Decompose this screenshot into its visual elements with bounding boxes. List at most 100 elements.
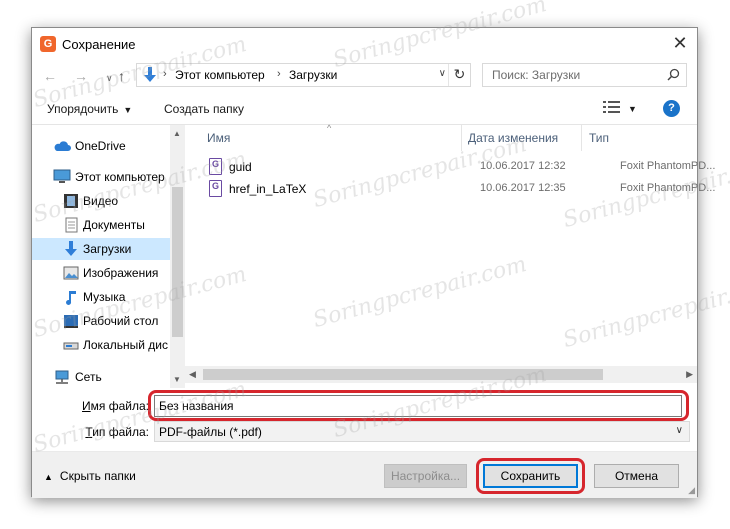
filetype-label-text: ип файла: [92, 425, 149, 439]
sidebar-item-label: Видео [83, 194, 119, 208]
window-title: Сохранение [62, 37, 136, 52]
forward-arrow-icon[interactable]: → [74, 68, 88, 84]
file-name: guid [229, 160, 252, 174]
column-divider[interactable] [581, 125, 582, 151]
file-type: Foxit PhantomPD... [620, 160, 716, 172]
sidebar-item-onedrive[interactable]: OneDrive [32, 135, 170, 157]
sidebar-scrollbar[interactable]: ▲ ▼ [170, 125, 185, 388]
sidebar-item-label: Загрузки [83, 242, 132, 256]
column-header-name[interactable]: Имя [207, 131, 230, 145]
documents-icon [63, 217, 79, 233]
filename-field[interactable]: Без названия [154, 395, 682, 417]
title-bar: G Сохранение ✕ [32, 28, 697, 60]
download-icon [143, 67, 157, 86]
view-dropdown-icon[interactable]: ▼ [628, 104, 637, 114]
hide-folders-toggle[interactable]: ▲ Скрыть папки [44, 469, 136, 483]
view-options-icon[interactable] [603, 100, 621, 117]
table-row[interactable]: guid 10.06.2017 12:32 Foxit PhantomPD... [205, 156, 715, 178]
breadcrumb-downloads[interactable]: Загрузки [289, 68, 337, 82]
sidebar-item-label: OneDrive [75, 139, 126, 153]
command-toolbar: Упорядочить ▼ Создать папку ▼ ? [32, 96, 697, 122]
sidebar-item-label: Документы [83, 218, 145, 232]
chevron-down-icon: ∨ [675, 425, 683, 436]
music-icon [63, 289, 79, 305]
navigation-bar: ← → ∨ ↑ › Этот компьютер › Загрузки ∨ ↻ … [32, 60, 697, 94]
settings-button[interactable]: Настройка... [384, 464, 467, 488]
filename-label-text: мя файла: [90, 399, 149, 413]
search-placeholder: Поиск: Загрузки [492, 68, 581, 82]
search-input[interactable]: Поиск: Загрузки [482, 63, 687, 87]
chevron-down-icon: ▼ [123, 105, 133, 115]
back-arrow-icon[interactable]: ← [43, 68, 57, 84]
sidebar-item-this-pc[interactable]: Этот компьютер [32, 166, 170, 188]
file-type: Foxit PhantomPD... [620, 182, 716, 194]
network-icon [53, 369, 69, 385]
scroll-right-icon[interactable]: ▶ [686, 369, 693, 380]
collapse-caret-icon: ▲ [44, 472, 53, 482]
resize-grip-icon[interactable]: ◢ [688, 485, 695, 496]
filename-label: Имя файла: [32, 399, 149, 413]
breadcrumb-this-pc[interactable]: Этот компьютер [175, 68, 265, 82]
address-dropdown-icon[interactable]: ∨ [439, 68, 446, 79]
file-date: 10.06.2017 12:35 [480, 182, 566, 194]
search-icon [667, 68, 680, 84]
pdf-file-icon [209, 158, 222, 175]
scroll-left-icon[interactable]: ◀ [189, 369, 196, 380]
dialog-footer: ▲ Скрыть папки Настройка... Сохранить Отм… [32, 451, 697, 498]
save-button[interactable]: Сохранить [483, 464, 578, 488]
cloud-icon [53, 138, 71, 154]
download-icon [63, 241, 79, 257]
sidebar-scroll-thumb[interactable] [172, 187, 183, 337]
breadcrumb-separator-icon: › [163, 68, 167, 80]
sidebar-item-network[interactable]: Сеть [32, 366, 170, 388]
column-headers: ^ Имя Дата изменения Тип [185, 123, 697, 151]
new-folder-button[interactable]: Создать папку [164, 102, 244, 116]
table-row[interactable]: href_in_LaTeX 10.06.2017 12:35 Foxit Pha… [205, 178, 715, 200]
pictures-icon [63, 265, 79, 281]
filetype-label: Тип файла: [32, 425, 149, 439]
sidebar-item-local-disk[interactable]: Локальный дис [32, 334, 170, 356]
address-bar[interactable]: › Этот компьютер › Загрузки ∨ ↻ [136, 63, 471, 87]
sidebar-item-label: Этот компьютер [75, 170, 165, 184]
column-header-date[interactable]: Дата изменения [468, 131, 558, 145]
filename-label-access-key: И [82, 399, 91, 413]
help-icon[interactable]: ? [663, 100, 680, 117]
file-list: ^ Имя Дата изменения Тип guid 10.06.2017… [185, 123, 715, 388]
sidebar-item-label: Изображения [83, 266, 159, 280]
filetype-select[interactable]: PDF-файлы (*.pdf) ∨ [154, 421, 690, 442]
scroll-down-icon[interactable]: ▼ [173, 375, 181, 384]
file-date: 10.06.2017 12:32 [480, 160, 566, 172]
sidebar-item-music[interactable]: Музыка [32, 286, 170, 308]
sidebar-item-desktop[interactable]: Рабочий стол [32, 310, 170, 332]
sidebar-item-label: Рабочий стол [83, 314, 159, 328]
organize-label: Упорядочить [47, 102, 119, 116]
filetype-value: PDF-файлы (*.pdf) [159, 425, 262, 439]
horizontal-scrollbar[interactable]: ◀ ▶ [185, 366, 697, 383]
sidebar-item-documents[interactable]: Документы [32, 214, 170, 236]
refresh-icon[interactable]: ↻ [448, 64, 470, 86]
scroll-up-icon[interactable]: ▲ [173, 129, 181, 138]
pdf-file-icon [209, 180, 222, 197]
up-arrow-icon[interactable]: ↑ [118, 68, 125, 84]
cancel-button[interactable]: Отмена [594, 464, 679, 488]
sidebar-item-label: Локальный дис [83, 338, 168, 352]
sidebar-item-video[interactable]: Видео [32, 190, 170, 212]
column-divider[interactable] [461, 125, 462, 151]
sidebar-item-label: Музыка [83, 290, 126, 304]
save-form: Имя файла: Без названия Тип файла: PDF-ф… [32, 388, 697, 448]
foxit-app-icon: G [40, 36, 56, 52]
hide-folders-label: Скрыть папки [59, 469, 136, 483]
sort-ascending-icon: ^ [327, 123, 332, 133]
navigation-pane: OneDrive Этот компьютер Видео Документы … [32, 124, 185, 388]
sidebar-item-pictures[interactable]: Изображения [32, 262, 170, 284]
close-button[interactable]: ✕ [663, 28, 697, 58]
breadcrumb-separator-icon: › [277, 68, 281, 80]
drive-icon [63, 337, 79, 353]
desktop-icon [63, 313, 79, 329]
horizontal-scroll-thumb[interactable] [203, 369, 603, 380]
file-name: href_in_LaTeX [229, 182, 307, 196]
organize-menu[interactable]: Упорядочить ▼ [47, 102, 132, 116]
recent-locations-chevron-icon[interactable]: ∨ [106, 73, 113, 84]
column-header-type[interactable]: Тип [589, 131, 609, 145]
sidebar-item-downloads[interactable]: Загрузки [32, 238, 170, 260]
